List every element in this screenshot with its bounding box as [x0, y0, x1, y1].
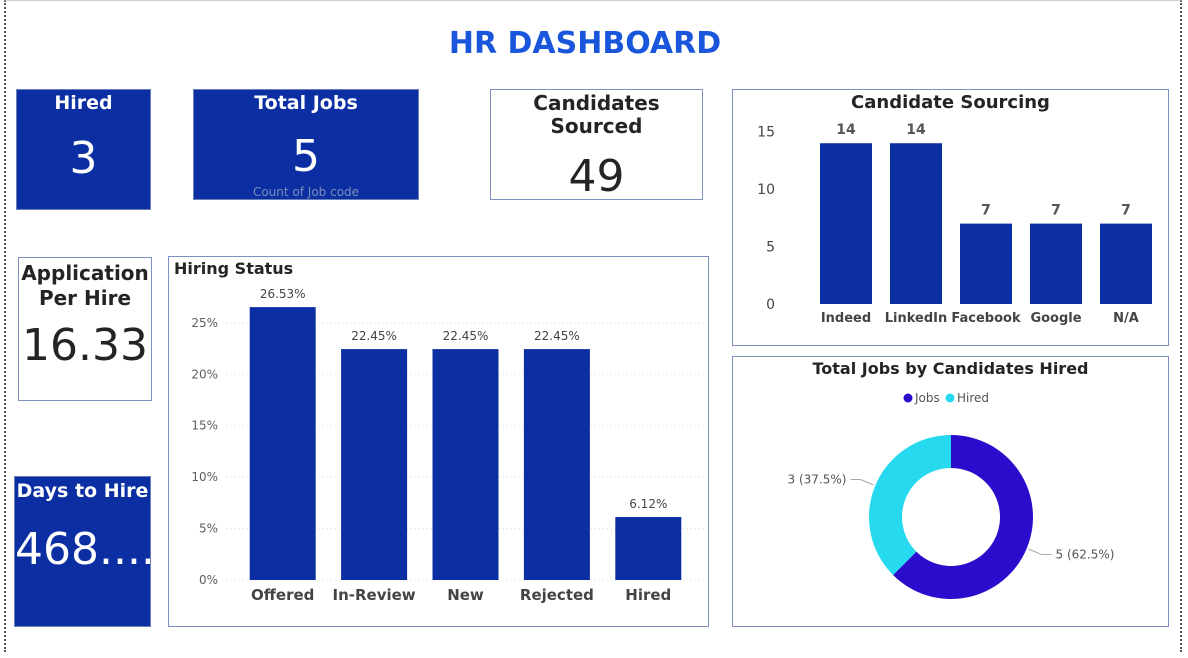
kpi-hired-value: 3	[69, 133, 98, 184]
hiring-status-x-tick: Rejected	[520, 586, 594, 604]
candidate-sourcing-bar[interactable]	[960, 223, 1012, 304]
donut-legend-label: Hired	[957, 391, 989, 405]
kpi-candidates-sourced-value: 49	[568, 151, 625, 200]
kpi-days-to-hire-label: Days to Hire	[16, 480, 149, 502]
kpi-application-per-hire-card[interactable]: Application Per Hire 16.33	[18, 257, 152, 401]
candidate-sourcing-data-label: 14	[836, 122, 856, 138]
kpi-hired-label: Hired	[54, 92, 113, 114]
kpi-application-per-hire-label-line2: Per Hire	[38, 286, 132, 310]
page-title: HR DASHBOARD	[448, 26, 722, 61]
hiring-status-data-label: 22.45%	[443, 329, 489, 343]
hiring-status-y-tick: 25%	[191, 316, 218, 330]
kpi-candidates-sourced-label: Candidates Sourced	[533, 91, 660, 138]
kpi-total-jobs-label: Total Jobs	[254, 92, 358, 114]
candidate-sourcing-data-label: 14	[906, 122, 926, 138]
donut-legend-label: Jobs	[914, 391, 940, 405]
hiring-status-bar[interactable]	[432, 349, 499, 580]
kpi-total-jobs-sublabel: Count of Job code	[252, 185, 360, 199]
hiring-status-data-label: 22.45%	[534, 329, 580, 343]
candidate-sourcing-x-tick: N/A	[1113, 311, 1139, 326]
hiring-status-x-tick: In-Review	[333, 586, 416, 604]
kpi-total-jobs-card[interactable]: Total Jobs 5 Count of Job code	[193, 89, 419, 200]
candidate-sourcing-bar[interactable]	[1100, 223, 1152, 304]
hiring-status-y-tick: 10%	[191, 470, 218, 484]
candidate-sourcing-data-label: 7	[1051, 203, 1061, 219]
kpi-days-to-hire-value: 468....	[15, 524, 151, 575]
candidate-sourcing-x-tick: Facebook	[951, 311, 1021, 326]
hiring-status-x-tick: New	[447, 586, 484, 604]
candidate-sourcing-x-tick: Indeed	[821, 311, 871, 326]
candidate-sourcing-panel[interactable]: Candidate Sourcing 0 5 10 15 14 Indeed 14 Linke…	[732, 89, 1169, 346]
hiring-status-x-tick: Hired	[625, 586, 671, 604]
hiring-status-panel[interactable]: Hiring Status 0% 5% 10% 15% 20% 25% 26.53% Offe…	[168, 256, 709, 627]
hiring-status-y-tick: 15%	[191, 419, 218, 433]
donut-slice-hired[interactable]	[869, 435, 951, 575]
candidate-sourcing-chart: 0 5 10 15 14 Indeed 14 LinkedIn 7 Facebook 7 Google…	[757, 122, 1152, 326]
jobs-hired-donut-chart: Jobs Hired 5 (62.5%) 3 (37.5%)	[788, 391, 1115, 599]
hiring-status-y-tick: 5%	[199, 522, 218, 536]
donut-data-label: 5 (62.5%)	[1056, 548, 1115, 562]
candidate-sourcing-data-label: 7	[1121, 203, 1131, 219]
kpi-candidates-sourced-card[interactable]: Candidates Sourced 49	[490, 89, 703, 200]
candidate-sourcing-data-label: 7	[981, 203, 991, 219]
hiring-status-data-label: 6.12%	[629, 497, 667, 511]
kpi-hired-card[interactable]: Hired 3	[16, 89, 151, 210]
hiring-status-bar[interactable]	[523, 349, 590, 580]
candidate-sourcing-bar[interactable]	[1030, 223, 1082, 304]
candidate-sourcing-bar[interactable]	[820, 143, 872, 304]
hiring-status-y-tick: 20%	[191, 367, 218, 381]
candidate-sourcing-y-tick: 0	[766, 297, 775, 313]
donut-leader-line	[1028, 548, 1052, 556]
candidate-sourcing-x-tick: LinkedIn	[885, 311, 948, 326]
hiring-status-data-label: 22.45%	[351, 329, 397, 343]
donut-leader-line	[850, 478, 874, 486]
kpi-days-to-hire-card[interactable]: Days to Hire 468....	[14, 476, 151, 627]
hiring-status-data-label: 26.53%	[260, 287, 306, 301]
kpi-application-per-hire-label-line1: Application	[21, 261, 149, 285]
hiring-status-y-tick: 0%	[199, 573, 218, 587]
kpi-application-per-hire-value: 16.33	[22, 320, 148, 371]
jobs-hired-panel[interactable]: Total Jobs by Candidates Hired Jobs Hired…	[732, 356, 1169, 627]
hiring-status-x-tick: Offered	[251, 586, 314, 604]
hiring-status-bar[interactable]	[341, 349, 408, 580]
candidate-sourcing-y-tick: 5	[766, 240, 775, 256]
candidate-sourcing-x-tick: Google	[1030, 311, 1081, 326]
candidate-sourcing-y-tick: 10	[757, 182, 775, 198]
candidate-sourcing-y-tick: 15	[757, 125, 775, 141]
hiring-status-bar[interactable]	[249, 307, 316, 580]
donut-legend-marker	[903, 393, 913, 403]
donut-legend-marker	[945, 393, 955, 403]
hiring-status-chart: 0% 5% 10% 15% 20% 25% 26.53% Offered 22.45% In-Re…	[191, 287, 704, 604]
candidate-sourcing-bar[interactable]	[890, 143, 942, 304]
kpi-total-jobs-value: 5	[292, 131, 320, 182]
hiring-status-bar[interactable]	[615, 517, 682, 580]
donut-data-label: 3 (37.5%)	[788, 472, 847, 486]
